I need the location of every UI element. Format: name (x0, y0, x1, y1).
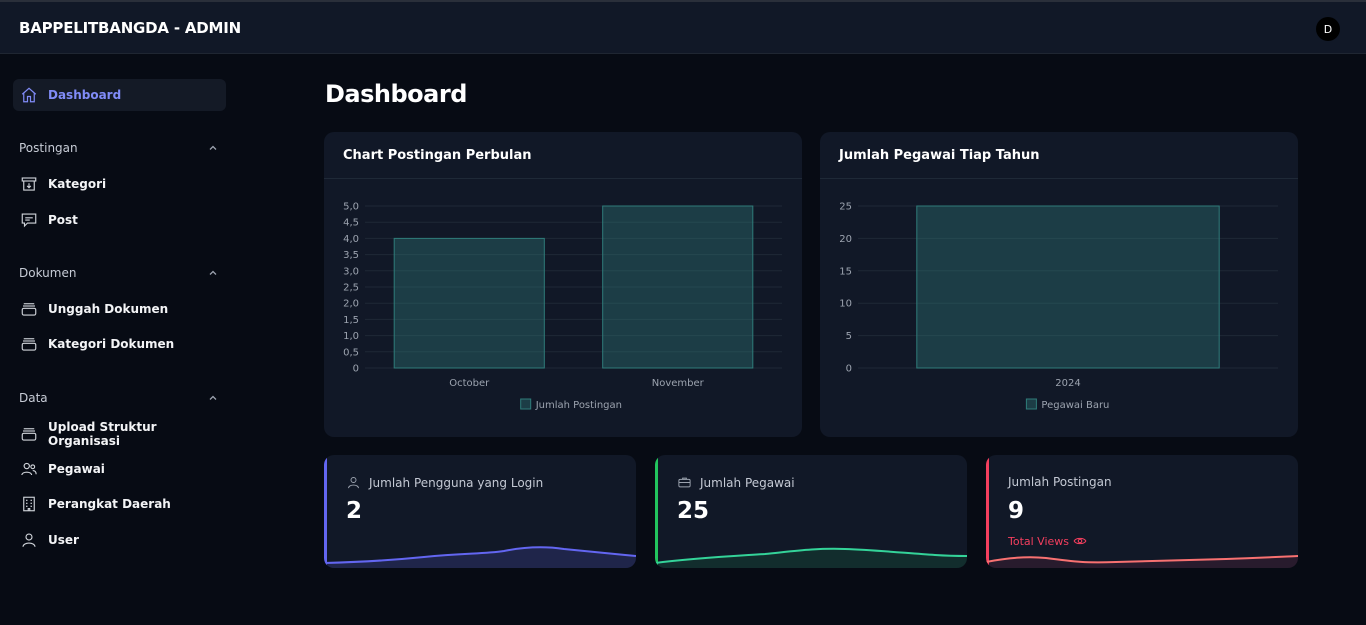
y-tick-label: 15 (839, 266, 852, 277)
user-icon (348, 477, 359, 489)
sidebar-item-label: Dashboard (48, 88, 122, 102)
sidebar-item-kategori[interactable]: Kategori (13, 168, 226, 200)
section-dokumen[interactable]: Dokumen (19, 266, 219, 280)
sparkline (324, 546, 636, 568)
section-label: Dokumen (19, 266, 77, 280)
section-postingan[interactable]: Postingan (19, 141, 219, 155)
archive-icon (20, 300, 38, 318)
sidebar-item-label: Kategori (48, 177, 107, 191)
employees-bar-chart: 0 5 10 15 20 25 2024 Pegawai Baru (839, 202, 1278, 411)
chart-title: Jumlah Pegawai Tiap Tahun (820, 132, 1298, 179)
stat-value: 9 (1008, 498, 1025, 524)
x-tick-label: October (449, 378, 490, 389)
sidebar-item-post[interactable]: Post (13, 204, 226, 236)
sparkline (986, 555, 1298, 568)
y-tick-label: 2,5 (343, 283, 359, 294)
y-tick-label: 20 (839, 234, 852, 245)
sidebar-item-kategori-dokumen[interactable]: Kategori Dokumen (13, 328, 226, 360)
sidebar-item-label: Perangkat Daerah (48, 497, 171, 511)
stat-value: 25 (677, 498, 710, 524)
sidebar-item-label: Unggah Dokumen (48, 302, 169, 316)
employees-chart-card: Jumlah Pegawai Tiap Tahun 0 5 10 15 20 25 2024… (820, 132, 1298, 437)
chevron-up-icon (209, 395, 217, 400)
posts-bar-chart: 0 0,5 1,0 1,5 2,0 2,5 3,0 3,5 4,0 4,5 5,0 October No… (343, 202, 782, 411)
stat-card-posts: Jumlah Postingan 9 Total Views (986, 455, 1298, 568)
y-tick-label: 5 (846, 331, 852, 342)
section-label: Postingan (19, 141, 78, 155)
download-box-icon (20, 175, 38, 193)
legend-label: Jumlah Postingan (535, 400, 622, 411)
archive-icon (20, 335, 38, 353)
y-tick-label: 3,0 (343, 266, 359, 277)
sidebar-item-unggah-dokumen[interactable]: Unggah Dokumen (13, 293, 226, 325)
stat-label-text: Jumlah Pegawai (700, 475, 795, 490)
stat-card-employees: Jumlah Pegawai 25 (655, 455, 967, 568)
briefcase-icon (678, 477, 691, 488)
stat-card-logged-users: Jumlah Pengguna yang Login 2 (324, 455, 636, 568)
chevron-up-icon (209, 145, 217, 150)
building-icon (20, 495, 38, 513)
stat-value: 2 (346, 498, 363, 524)
stat-label: Jumlah Pengguna yang Login (346, 475, 543, 490)
stat-label: Jumlah Pegawai (677, 475, 795, 490)
section-label: Data (19, 391, 48, 405)
legend-swatch (1025, 398, 1037, 410)
y-tick-label: 4,0 (343, 234, 359, 245)
y-tick-label: 25 (839, 202, 852, 213)
sidebar-item-label: Upload Struktur Organisasi (48, 420, 157, 448)
top-navbar: BAPPELITBANGDA - ADMIN D (0, 0, 1366, 54)
page-title: Dashboard (325, 80, 467, 108)
y-tick-label: 5,0 (343, 202, 359, 213)
y-tick-label: 3,5 (343, 250, 359, 261)
sidebar-item-user[interactable]: User (13, 524, 226, 556)
sidebar-item-label: Post (48, 213, 78, 227)
y-tick-label: 0 (846, 364, 852, 375)
y-tick-label: 10 (839, 299, 852, 310)
app-title: BAPPELITBANGDA - ADMIN (19, 19, 242, 37)
section-data[interactable]: Data (19, 391, 219, 405)
sidebar-item-label: Kategori Dokumen (48, 337, 175, 351)
bar (393, 237, 545, 369)
sidebar-item-label: Pegawai (48, 462, 105, 476)
home-icon (20, 86, 38, 104)
y-tick-label: 0,5 (343, 347, 359, 358)
x-tick-label: November (652, 378, 705, 389)
sidebar-item-upload-struktur[interactable]: Upload Struktur Organisasi (13, 418, 226, 450)
y-tick-label: 0 (353, 364, 359, 375)
sidebar-item-pegawai[interactable]: Pegawai (13, 453, 226, 485)
bar (602, 205, 754, 369)
sidebar-item-label: User (48, 533, 79, 547)
message-icon (20, 211, 38, 229)
archive-icon (20, 425, 38, 443)
x-tick-label: 2024 (1055, 378, 1080, 389)
y-tick-label: 2,0 (343, 299, 359, 310)
stat-label: Jumlah Postingan (1008, 475, 1112, 489)
posts-chart-card: Chart Postingan Perbulan 0 0,5 1,0 1,5 2,0 2,… (324, 132, 802, 437)
legend-label: Pegawai Baru (1041, 400, 1109, 411)
legend-swatch (520, 398, 532, 410)
chart-title: Chart Postingan Perbulan (324, 132, 802, 179)
stat-label-text: Jumlah Postingan (1008, 475, 1112, 489)
chevron-up-icon (209, 270, 217, 275)
sidebar: Dashboard Postingan Kategori Post Dokume… (0, 55, 240, 625)
user-icon (20, 531, 38, 549)
sidebar-item-perangkat-daerah[interactable]: Perangkat Daerah (13, 488, 226, 520)
sparkline (655, 547, 967, 568)
users-icon (20, 460, 38, 478)
avatar[interactable]: D (1316, 17, 1340, 41)
stat-label-text: Jumlah Pengguna yang Login (369, 475, 544, 490)
bar (916, 205, 1220, 369)
y-tick-label: 4,5 (343, 218, 359, 229)
sidebar-item-dashboard[interactable]: Dashboard (13, 79, 226, 111)
y-tick-label: 1,0 (343, 331, 359, 342)
y-tick-label: 1,5 (343, 315, 359, 326)
